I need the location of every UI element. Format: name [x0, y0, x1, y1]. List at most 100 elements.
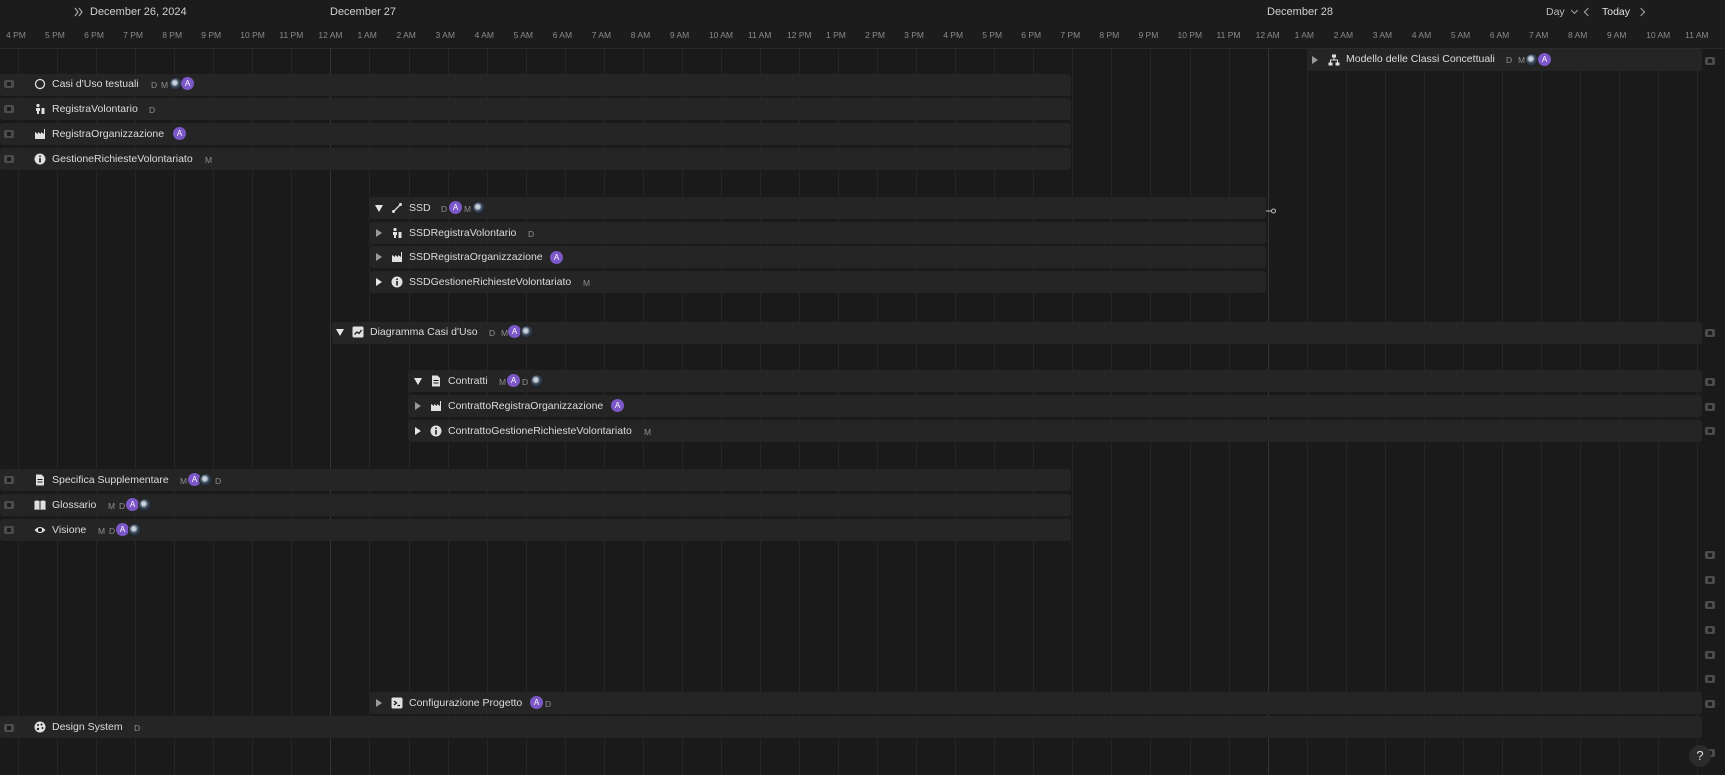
collapse-handle[interactable]: [1705, 675, 1715, 683]
assignee-initial: M: [161, 80, 169, 90]
view-select[interactable]: Day: [1546, 6, 1578, 18]
hour-label: 10 AM: [708, 30, 733, 40]
avatar-photo: [472, 201, 486, 215]
avatar: A: [1538, 53, 1551, 66]
row-label: Configurazione Progetto: [409, 697, 523, 709]
expand-toggle[interactable]: [376, 253, 382, 261]
row-label: RegistraVolontario: [52, 103, 138, 115]
hour-label: 9 PM: [1138, 30, 1159, 40]
collapse-handle[interactable]: [1705, 551, 1715, 559]
hour-label: 11 AM: [1685, 30, 1709, 40]
collapse-handle[interactable]: [1705, 403, 1715, 411]
collapse-handle[interactable]: [1705, 427, 1715, 435]
expand-toggle[interactable]: [376, 278, 382, 286]
task-bar-visione[interactable]: [0, 519, 1071, 541]
help-button[interactable]: ?: [1689, 745, 1711, 767]
prev-icon[interactable]: [1583, 7, 1593, 17]
expand-toggle[interactable]: [376, 229, 382, 237]
diagram-icon: [352, 326, 364, 338]
assignee-initial: M: [98, 526, 106, 536]
row-label: ContrattoGestioneRichiesteVolontariato: [448, 425, 632, 437]
collapse-handle[interactable]: [1705, 700, 1715, 708]
row-label: SSD: [409, 202, 431, 214]
hour-label: 2 AM: [396, 30, 416, 40]
row-label: SSDGestioneRichiesteVolontariato: [409, 276, 572, 288]
info-icon: [430, 425, 442, 437]
avatar: A: [181, 77, 194, 90]
collapse-handle[interactable]: [1705, 651, 1715, 659]
hour-label: 7 AM: [591, 30, 612, 40]
task-bar-configurazione[interactable]: [370, 692, 1702, 714]
expand-toggle[interactable]: [376, 699, 382, 707]
task-bar-registra-volontario[interactable]: [0, 98, 1071, 120]
collapse-handle[interactable]: [1705, 626, 1715, 634]
next-icon[interactable]: [1636, 7, 1646, 17]
assignee-initial: D: [522, 377, 529, 387]
collapse-handle[interactable]: [4, 130, 14, 138]
hour-label: 5 PM: [982, 30, 1003, 40]
hour-label: 10 PM: [1177, 30, 1203, 40]
palette-icon: [34, 721, 46, 733]
collapse-toggle[interactable]: [375, 205, 383, 212]
hour-label: 2 PM: [865, 30, 885, 40]
hour-label: 9 PM: [201, 30, 222, 40]
assignee-initial: D: [151, 80, 158, 90]
expand-toggle[interactable]: [415, 427, 421, 435]
collapse-toggle[interactable]: [336, 329, 344, 336]
task-bar-contratti[interactable]: [408, 370, 1702, 392]
collapse-handle[interactable]: [4, 476, 14, 484]
chevron-down-icon: [1570, 6, 1578, 15]
assignee-initial: D: [149, 105, 156, 115]
assignee-initial: M: [644, 427, 652, 437]
collapse-toggle[interactable]: [414, 378, 422, 385]
collapse-handle[interactable]: [1705, 576, 1715, 584]
avatar-photo: [530, 374, 544, 388]
task-bar-design-system[interactable]: [0, 716, 1702, 738]
collapse-handle[interactable]: [1705, 57, 1715, 65]
assignee-initial: D: [109, 526, 116, 536]
collapse-handle[interactable]: [1705, 601, 1715, 609]
collapse-handle[interactable]: [4, 155, 14, 163]
hour-label: 4 PM: [6, 30, 26, 40]
assignee-initial: D: [1506, 55, 1513, 65]
collapse-handle[interactable]: [4, 501, 14, 509]
timeline-header: December 26, 2024 December 27 December 2…: [0, 0, 1725, 49]
assignee-initial: D: [489, 328, 496, 338]
dependency-connector-icon[interactable]: [1266, 205, 1276, 217]
hour-label: 10 PM: [240, 30, 265, 40]
expand-sidebar-icon[interactable]: [74, 7, 84, 20]
date-label-dec28: December 28: [1267, 6, 1334, 18]
expand-toggle[interactable]: [1312, 56, 1318, 64]
task-bar-ssd[interactable]: [370, 197, 1266, 219]
hour-label: 6 AM: [552, 30, 573, 40]
hour-label: 12 AM: [1255, 30, 1280, 40]
collapse-handle[interactable]: [1705, 378, 1715, 386]
assignee-initial: M: [180, 476, 188, 486]
collapse-handle[interactable]: [4, 80, 14, 88]
view-select-label: Day: [1546, 6, 1565, 18]
assignee-initial: D: [134, 723, 141, 733]
collapse-handle[interactable]: [1705, 329, 1715, 337]
row-label: Modello delle Classi Concettuali: [1346, 53, 1495, 65]
info-icon: [391, 276, 403, 288]
expand-toggle[interactable]: [415, 402, 421, 410]
task-bar-diagramma-casi[interactable]: [332, 322, 1702, 344]
assignee-initial: D: [528, 229, 535, 239]
collapse-handle[interactable]: [4, 724, 14, 732]
row-label: Diagramma Casi d'Uso: [370, 326, 478, 338]
avatar: A: [550, 251, 563, 264]
collapse-handle[interactable]: [4, 526, 14, 534]
assignee-initial: M: [108, 501, 116, 511]
collapse-handle[interactable]: [4, 105, 14, 113]
hour-label: 5 AM: [1450, 30, 1471, 40]
terminal-icon: [391, 697, 403, 709]
avatar: A: [507, 374, 520, 387]
hour-label: 12 PM: [787, 30, 812, 40]
hour-label: 4 AM: [1411, 30, 1432, 40]
hour-label: 6 AM: [1489, 30, 1510, 40]
hour-label: 8 PM: [1099, 30, 1120, 40]
today-button[interactable]: Today: [1602, 6, 1630, 18]
task-bar-glossario[interactable]: [0, 494, 1071, 516]
row-label: GestioneRichiesteVolontariato: [52, 153, 193, 165]
row-label: Specifica Supplementare: [52, 474, 169, 486]
